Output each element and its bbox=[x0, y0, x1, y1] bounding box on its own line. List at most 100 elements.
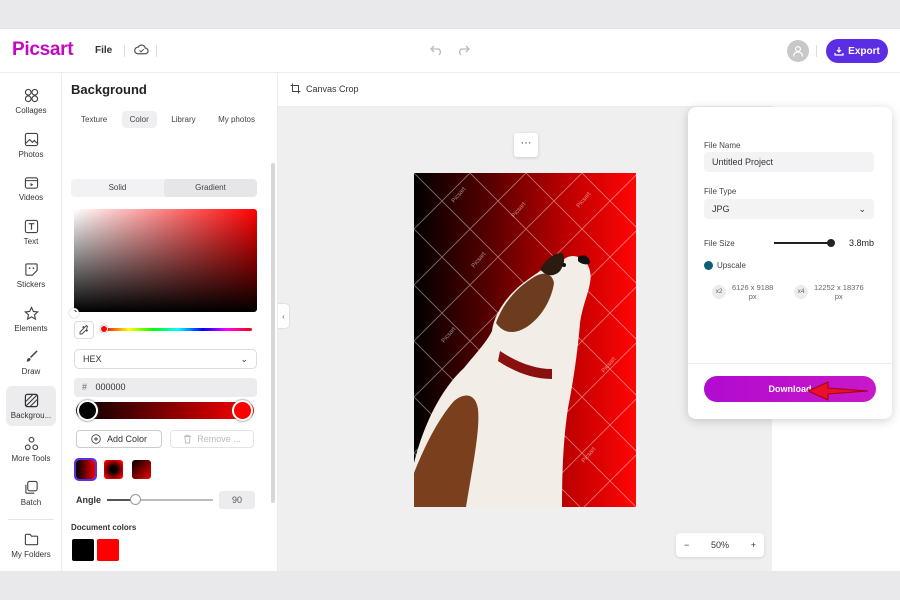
file-size-slider-handle[interactable] bbox=[827, 239, 835, 247]
fill-mode-gradient[interactable]: Gradient bbox=[164, 179, 257, 197]
rail-divider bbox=[8, 519, 54, 520]
rail-item-label: Stickers bbox=[16, 279, 46, 289]
hash-symbol: # bbox=[82, 382, 88, 392]
photos-icon bbox=[24, 132, 38, 146]
canvas-crop-button[interactable]: Canvas Crop bbox=[290, 83, 359, 94]
color-format-value: HEX bbox=[83, 354, 102, 364]
user-avatar[interactable] bbox=[787, 40, 809, 62]
file-size-slider-track[interactable] bbox=[774, 242, 832, 244]
upscale-resolution: 6126 x 9188 px bbox=[732, 283, 773, 301]
export-button[interactable]: Export bbox=[826, 39, 888, 63]
more-options-button[interactable]: ··· bbox=[514, 133, 538, 157]
upscale-toggle[interactable]: Upscale bbox=[704, 261, 746, 270]
fill-mode-solid[interactable]: Solid bbox=[71, 179, 164, 197]
folder-icon bbox=[24, 533, 38, 545]
rail-item-videos[interactable]: Videos bbox=[6, 168, 56, 208]
upscale-option-x4[interactable]: x4 12252 x 18376 px bbox=[794, 279, 876, 305]
divider bbox=[156, 45, 157, 57]
rail-item-label: My Folders bbox=[11, 549, 51, 559]
background-icon bbox=[24, 393, 38, 407]
file-type-select[interactable]: JPG ⌄ bbox=[704, 199, 874, 219]
cloud-save-icon[interactable] bbox=[134, 43, 149, 62]
rail-item-draw[interactable]: Draw bbox=[6, 342, 56, 382]
more-tools-icon bbox=[24, 436, 38, 450]
file-size-label: File Size bbox=[704, 239, 735, 248]
plus-circle-icon bbox=[91, 434, 101, 444]
angle-slider-handle[interactable] bbox=[130, 494, 141, 505]
rail-item-my-folders[interactable]: My Folders bbox=[6, 525, 56, 565]
dog-photo: Picsart Picsart Picsart Picsart Picsart … bbox=[414, 173, 636, 507]
chevron-down-icon: ⌄ bbox=[240, 354, 248, 364]
gradient-preview-bar[interactable] bbox=[76, 402, 254, 419]
hex-input[interactable]: # 000000 bbox=[74, 378, 257, 397]
angle-value-input[interactable]: 90 bbox=[219, 491, 255, 509]
rail-item-more-tools[interactable]: More Tools bbox=[6, 429, 56, 469]
file-type-value: JPG bbox=[712, 204, 730, 214]
rail-item-batch[interactable]: Batch bbox=[6, 473, 56, 513]
hue-slider[interactable] bbox=[104, 328, 252, 331]
collapse-panel-button[interactable]: ‹ bbox=[278, 303, 290, 329]
panel-scrollbar[interactable] bbox=[271, 163, 275, 503]
panel-title: Background bbox=[71, 82, 147, 97]
upscale-resolution-unit: px bbox=[748, 292, 757, 301]
file-name-input[interactable]: Untitled Project bbox=[704, 152, 874, 172]
eyedropper-icon bbox=[79, 325, 89, 335]
undo-icon[interactable] bbox=[430, 43, 444, 61]
rail-item-collages[interactable]: Collages bbox=[6, 81, 56, 121]
rail-item-label: Backgrou... bbox=[10, 410, 52, 420]
eyedropper-button[interactable] bbox=[74, 321, 94, 339]
rail-item-text[interactable]: Text bbox=[6, 212, 56, 252]
rail-item-photos[interactable]: Photos bbox=[6, 125, 56, 165]
gradient-preset-radial[interactable] bbox=[104, 460, 123, 479]
upscale-resolution: 12252 x 18376 px bbox=[814, 283, 864, 301]
hue-slider-handle[interactable] bbox=[100, 325, 108, 333]
upscale-label: Upscale bbox=[717, 261, 746, 270]
file-menu[interactable]: File bbox=[95, 45, 112, 56]
redo-icon[interactable] bbox=[456, 43, 470, 61]
rail-item-label: Collages bbox=[15, 105, 47, 115]
batch-icon bbox=[24, 480, 38, 494]
tab-texture[interactable]: Texture bbox=[73, 111, 115, 128]
gradient-stop-start[interactable] bbox=[77, 400, 98, 421]
tab-my-photos[interactable]: My photos bbox=[210, 111, 263, 128]
add-color-button[interactable]: Add Color bbox=[76, 430, 162, 448]
rail-item-stickers[interactable]: Stickers bbox=[6, 255, 56, 295]
upscale-option-x2[interactable]: x2 6126 x 9188 px bbox=[712, 279, 794, 305]
zoom-level: 50% bbox=[710, 540, 729, 550]
stickers-icon bbox=[24, 262, 38, 276]
color-format-select[interactable]: HEX ⌄ bbox=[74, 349, 257, 369]
tab-color[interactable]: Color bbox=[121, 110, 157, 128]
rail-item-background[interactable]: Backgrou... bbox=[6, 386, 56, 426]
gradient-preset-linear[interactable] bbox=[74, 458, 97, 481]
elements-icon bbox=[23, 305, 39, 320]
zoom-out-button[interactable]: − bbox=[684, 540, 689, 550]
file-type-label: File Type bbox=[704, 187, 737, 196]
document-color-red[interactable] bbox=[97, 539, 119, 561]
rail-item-elements[interactable]: Elements bbox=[6, 299, 56, 339]
text-icon bbox=[24, 219, 38, 233]
draw-icon bbox=[26, 349, 38, 362]
upscale-resolution-unit: px bbox=[834, 292, 843, 301]
tab-library[interactable]: Library bbox=[163, 111, 203, 128]
upscale-badge-icon bbox=[704, 261, 713, 270]
rail-item-label: Photos bbox=[18, 149, 44, 159]
upscale-resolution-value: 6126 x 9188 bbox=[732, 283, 774, 292]
zoom-in-button[interactable]: + bbox=[751, 540, 756, 550]
gradient-stop-end[interactable] bbox=[232, 400, 253, 421]
hex-value: 000000 bbox=[95, 382, 126, 392]
zoom-control: − 50% + bbox=[676, 533, 764, 557]
canvas-crop-label: Canvas Crop bbox=[306, 83, 359, 94]
upscale-multiplier: x2 bbox=[712, 285, 726, 299]
remove-color-button[interactable]: Remove ... bbox=[170, 430, 254, 448]
file-name-label: File Name bbox=[704, 141, 741, 150]
document-color-black[interactable] bbox=[72, 539, 94, 561]
color-picker-handle[interactable] bbox=[69, 308, 79, 318]
canvas-toolbar: Canvas Crop bbox=[278, 73, 772, 107]
canvas-image[interactable]: Picsart Picsart Picsart Picsart Picsart … bbox=[414, 173, 636, 507]
picsart-logo[interactable]: Picsart bbox=[12, 39, 74, 61]
rail-item-label: Elements bbox=[14, 323, 48, 333]
document-colors-label: Document colors bbox=[71, 523, 137, 532]
color-picker-area[interactable] bbox=[69, 209, 257, 318]
gradient-preset-diagonal[interactable] bbox=[132, 460, 151, 479]
angle-label: Angle bbox=[76, 495, 102, 505]
